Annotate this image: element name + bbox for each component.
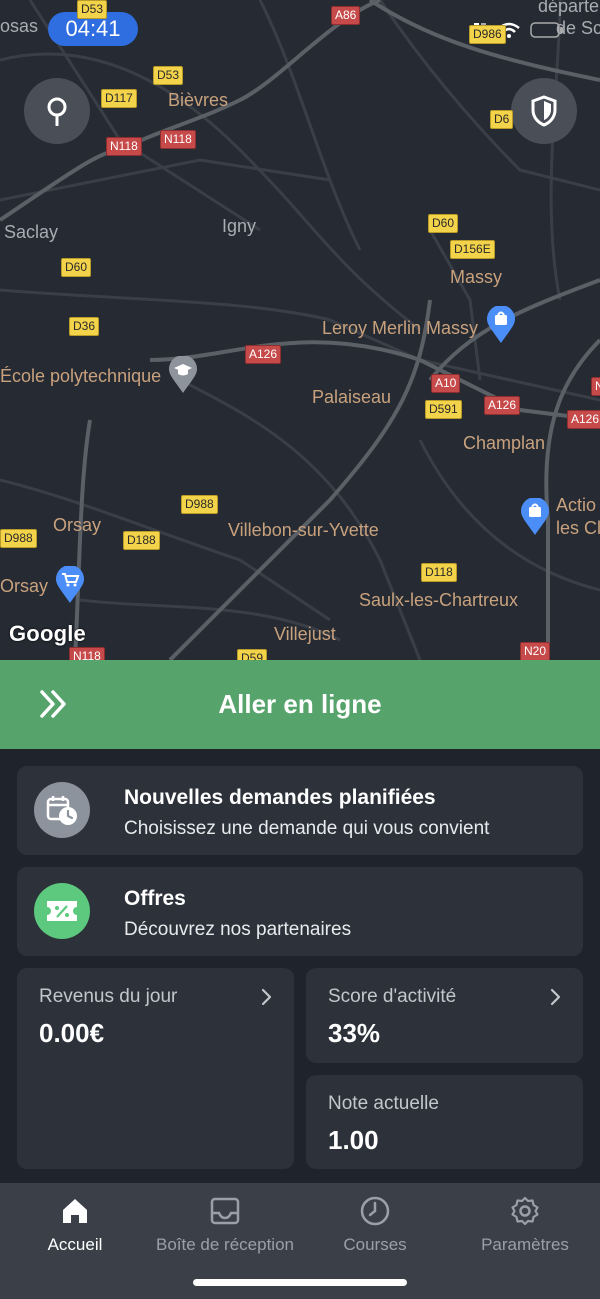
clock-icon xyxy=(360,1196,390,1226)
road-shield: A126 xyxy=(484,396,521,415)
ticket-percent-icon xyxy=(47,901,77,921)
map-place-label: départe xyxy=(538,0,600,16)
offers-icon-circle xyxy=(34,883,90,939)
scheduled-icon-circle xyxy=(34,782,90,838)
map-place-label: Villejust xyxy=(274,624,336,644)
activity-score-card[interactable]: Score d'activité 33% xyxy=(306,968,583,1063)
go-online-label: Aller en ligne xyxy=(218,689,382,719)
road-shield: N20 xyxy=(520,642,551,660)
road-shield: D53 xyxy=(77,0,108,19)
road-shield: D188 xyxy=(123,531,160,550)
road-shield: D36 xyxy=(69,317,100,336)
road-shield: N118 xyxy=(69,647,105,660)
nav-inbox[interactable]: Boîte de réception xyxy=(150,1183,300,1273)
map-place-label: de Sc xyxy=(556,18,600,38)
map-place-label: École polytechnique xyxy=(0,366,162,386)
map-place-label: osas xyxy=(0,16,39,36)
nav-settings-label: Paramètres xyxy=(481,1235,569,1254)
revenue-value: 0.00€ xyxy=(39,1018,105,1048)
chevron-right-icon xyxy=(261,988,272,1006)
map-view[interactable]: 04:41 Bièvres Saclay Igny Massy Leroy Me… xyxy=(0,0,600,660)
map-place-label: Orsay xyxy=(0,576,49,596)
double-chevron-right-icon xyxy=(40,690,66,718)
map-place-label: Bièvres xyxy=(168,90,229,110)
rating-label: Note actuelle xyxy=(328,1093,439,1114)
road-shield: D986 xyxy=(469,25,506,44)
activity-value: 33% xyxy=(328,1018,381,1048)
location-pin-button[interactable] xyxy=(24,78,90,144)
map-place-label: Champlan xyxy=(463,433,546,453)
daily-revenue-card[interactable]: Revenus du jour 0.00€ xyxy=(17,968,294,1169)
road-shield: A86 xyxy=(331,6,361,25)
map-place-label: les Cl xyxy=(556,518,600,538)
road-shield: D591 xyxy=(425,400,462,419)
google-attribution: Google xyxy=(9,621,86,646)
inbox-icon xyxy=(210,1197,240,1225)
road-shield: A126 xyxy=(567,410,600,429)
road-shield: A10 xyxy=(431,374,461,393)
road-shield: D118 xyxy=(421,563,457,582)
road-shield: D988 xyxy=(181,495,218,514)
road-shield: A126 xyxy=(245,345,282,364)
nav-home[interactable]: Accueil xyxy=(0,1183,150,1273)
revenue-label: Revenus du jour xyxy=(39,986,178,1007)
map-place-label: Palaiseau xyxy=(312,387,392,407)
road-shield: D988 xyxy=(0,529,37,548)
offers-subtitle: Découvrez nos partenaires xyxy=(124,919,352,940)
cart-pin-icon[interactable] xyxy=(55,566,85,604)
map-place-label: Actio xyxy=(556,495,597,515)
scheduled-subtitle: Choisissez une demande qui vous convient xyxy=(124,818,490,839)
shopping-pin-icon[interactable] xyxy=(520,498,550,536)
safety-button[interactable] xyxy=(511,78,577,144)
road-shield: D117 xyxy=(101,89,137,108)
nav-home-label: Accueil xyxy=(47,1235,103,1254)
road-shield: D59 xyxy=(237,649,268,660)
activity-label: Score d'activité xyxy=(328,986,457,1007)
shield-icon xyxy=(531,95,557,127)
calendar-clock-icon xyxy=(46,796,77,825)
go-online-button[interactable]: Aller en ligne xyxy=(0,660,600,749)
road-shield: N xyxy=(591,377,600,396)
map-place-label: Igny xyxy=(222,216,257,236)
home-icon xyxy=(63,1199,87,1223)
map-place-label: Massy xyxy=(450,267,503,287)
nav-settings[interactable]: Paramètres xyxy=(450,1183,600,1273)
road-shield: N118 xyxy=(106,137,142,156)
home-indicator xyxy=(193,1279,407,1286)
chevron-right-icon xyxy=(550,988,561,1006)
scheduled-title: Nouvelles demandes planifiées xyxy=(124,786,436,809)
offers-card[interactable]: Offres Découvrez nos partenaires xyxy=(17,867,583,956)
scheduled-requests-card[interactable]: Nouvelles demandes planifiées Choisissez… xyxy=(17,766,583,855)
road-shield: D60 xyxy=(428,214,459,233)
map-place-label: Leroy Merlin Massy xyxy=(322,318,479,338)
road-shield: N118 xyxy=(160,130,196,149)
app-screen: 04:41 Bièvres Saclay Igny Massy Leroy Me… xyxy=(0,0,600,1299)
map-place-label: Saclay xyxy=(4,222,59,242)
offers-title: Offres xyxy=(124,887,186,910)
gear-icon xyxy=(511,1196,539,1226)
nav-rides-label: Courses xyxy=(343,1235,407,1254)
current-rating-card: Note actuelle 1.00 xyxy=(306,1075,583,1169)
map-place-label: Villebon-sur-Yvette xyxy=(228,520,379,540)
school-pin-icon[interactable] xyxy=(168,356,198,394)
nav-rides[interactable]: Courses xyxy=(300,1183,450,1273)
rating-value: 1.00 xyxy=(328,1125,379,1155)
road-shield: D6 xyxy=(490,110,514,129)
map-place-label: Saulx-les-Chartreux xyxy=(359,590,519,610)
road-shield: D53 xyxy=(153,66,184,85)
nav-inbox-label: Boîte de réception xyxy=(156,1235,294,1254)
map-place-label: Orsay xyxy=(53,515,102,535)
road-shield: D60 xyxy=(61,258,92,277)
shopping-pin-icon[interactable] xyxy=(486,306,516,344)
location-pin-icon xyxy=(47,97,67,126)
road-shield: D156E xyxy=(450,240,495,259)
